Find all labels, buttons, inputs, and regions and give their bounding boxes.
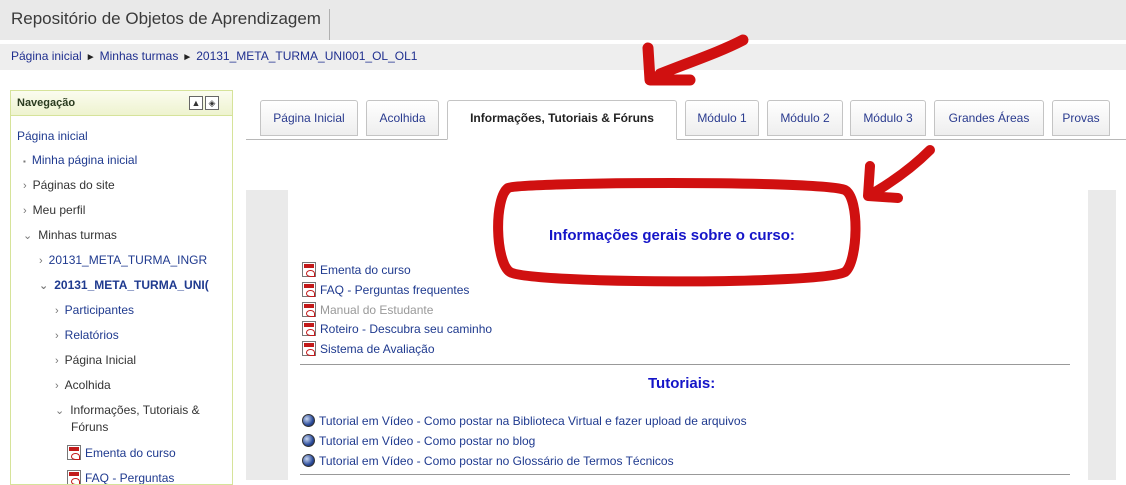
resource-link-manual[interactable]: Manual do Estudante (302, 302, 433, 317)
video-icon (302, 434, 315, 447)
nav-item-paginas-site[interactable]: › Páginas do site (23, 178, 115, 192)
pdf-icon (302, 341, 316, 356)
tab-provas[interactable]: Provas (1052, 100, 1110, 136)
nav-item-faq[interactable]: FAQ - Perguntas (67, 470, 174, 484)
pdf-icon (302, 321, 316, 336)
nav-item-course-uni[interactable]: ⌄ 20131_META_TURMA_UNI( (39, 278, 209, 292)
nav-item-course-ingr[interactable]: › 20131_META_TURMA_INGR (39, 253, 207, 267)
resource-link-roteiro[interactable]: Roteiro - Descubra seu caminho (302, 321, 492, 336)
resource-label[interactable]: Tutorial em Vídeo - Como postar no blog (319, 434, 535, 448)
navigation-block: Navegação ▲ ◈ Página inicial ▪ Minha pági… (10, 90, 233, 485)
site-header: Repositório de Objetos de Aprendizagem (0, 0, 1126, 41)
breadcrumb-separator: ► (182, 52, 193, 63)
nav-item-label: Meu perfil (32, 203, 86, 217)
tab-pagina-inicial[interactable]: Página Inicial (260, 100, 358, 136)
chevron-right-icon: › (55, 380, 59, 392)
tutorials-heading: Tutoriais: (648, 375, 716, 392)
nav-item-informacoes[interactable]: ⌄ Informações, Tutoriais & (55, 403, 200, 417)
nav-item-label: Acolhida (64, 378, 111, 392)
breadcrumb-my-courses[interactable]: Minhas turmas (100, 49, 179, 63)
pdf-icon (302, 282, 316, 297)
resource-label[interactable]: Tutorial em Vídeo - Como postar na Bibli… (319, 414, 747, 428)
chevron-right-icon: › (55, 355, 59, 367)
resource-link-avaliacao[interactable]: Sistema de Avaliação (302, 341, 435, 356)
nav-item-label[interactable]: Participantes (65, 303, 134, 317)
divider (300, 364, 1070, 365)
breadcrumb: Página inicial ► Minhas turmas ► 20131_META_… (11, 49, 417, 63)
resource-link-faq[interactable]: FAQ - Perguntas frequentes (302, 282, 469, 297)
nav-item-label[interactable]: 20131_META_TURMA_UNI( (54, 278, 208, 292)
tutorial-link-blog[interactable]: Tutorial em Vídeo - Como postar no blog (302, 434, 535, 448)
nav-item-participantes[interactable]: › Participantes (55, 303, 134, 317)
resource-label[interactable]: Ementa do curso (320, 263, 411, 277)
chevron-down-icon: ⌄ (39, 280, 49, 292)
breadcrumb-course[interactable]: 20131_META_TURMA_UNI001_OL_OL1 (196, 49, 417, 63)
tutorial-link-biblioteca[interactable]: Tutorial em Vídeo - Como postar na Bibli… (302, 414, 747, 428)
nav-item-informacoes-cont: Fóruns (71, 420, 108, 434)
dock-icon[interactable]: ▲ (189, 96, 203, 110)
chevron-right-icon: › (23, 205, 27, 217)
nav-item-meu-perfil[interactable]: › Meu perfil (23, 203, 85, 217)
tab-grandes-areas[interactable]: Grandes Áreas (934, 100, 1044, 136)
nav-item-label: Minhas turmas (38, 228, 117, 242)
divider (300, 474, 1070, 475)
resource-label[interactable]: Roteiro - Descubra seu caminho (320, 322, 492, 336)
pdf-icon (302, 262, 316, 277)
nav-item-label[interactable]: Relatórios (65, 328, 119, 342)
chevron-right-icon: › (39, 255, 43, 267)
info-heading: Informações gerais sobre o curso: (549, 227, 795, 244)
tutorial-link-glossario[interactable]: Tutorial em Vídeo - Como postar no Gloss… (302, 454, 674, 468)
chevron-right-icon: › (55, 330, 59, 342)
tab-modulo-3[interactable]: Módulo 3 (850, 100, 926, 136)
tab-modulo-2[interactable]: Módulo 2 (767, 100, 843, 136)
video-icon (302, 454, 315, 467)
chevron-right-icon: › (23, 180, 27, 192)
breadcrumb-home[interactable]: Página inicial (11, 49, 82, 63)
nav-item-label: Páginas do site (32, 178, 115, 192)
navigation-header: Navegação ▲ ◈ (11, 91, 232, 116)
navigation-title: Navegação (17, 97, 76, 109)
pdf-icon (302, 302, 316, 317)
nav-item-label[interactable]: Minha página inicial (32, 153, 137, 167)
nav-item-ementa[interactable]: Ementa do curso (67, 445, 176, 460)
chevron-down-icon: ⌄ (23, 230, 33, 242)
bullet-icon: ▪ (23, 157, 26, 166)
resource-label[interactable]: Tutorial em Vídeo - Como postar no Gloss… (319, 454, 674, 468)
breadcrumb-bar: Página inicial ► Minhas turmas ► 20131_META_… (0, 40, 1126, 78)
nav-item-pagina-inicial[interactable]: › Página Inicial (55, 353, 136, 367)
chevron-down-icon: ⌄ (55, 405, 65, 417)
nav-item-minha-pagina[interactable]: ▪ Minha página inicial (23, 153, 137, 167)
breadcrumb-separator: ► (85, 52, 96, 63)
pdf-icon (67, 445, 81, 460)
nav-item-label: Fóruns (71, 420, 109, 434)
tab-informacoes[interactable]: Informações, Tutoriais & Fóruns (447, 100, 677, 140)
nav-item-label[interactable]: 20131_META_TURMA_INGR (49, 253, 208, 267)
resource-label[interactable]: Sistema de Avaliação (320, 342, 435, 356)
resource-link-ementa[interactable]: Ementa do curso (302, 262, 411, 277)
nav-home-label[interactable]: Página inicial (17, 129, 88, 143)
nav-item-label: Informações, Tutoriais & (70, 403, 200, 417)
resource-label[interactable]: Manual do Estudante (320, 303, 433, 317)
course-tabs: Página Inicial Acolhida Informações, Tut… (246, 100, 1126, 140)
nav-item-label: Página Inicial (64, 353, 137, 367)
nav-item-relatorios[interactable]: › Relatórios (55, 328, 119, 342)
site-title[interactable]: Repositório de Objetos de Aprendizagem (11, 9, 330, 41)
pdf-icon (67, 470, 81, 484)
nav-item-label[interactable]: FAQ - Perguntas (85, 471, 174, 484)
nav-item-label[interactable]: Ementa do curso (85, 446, 176, 460)
tab-modulo-1[interactable]: Módulo 1 (685, 100, 759, 136)
nav-home[interactable]: Página inicial (17, 129, 88, 143)
tab-acolhida[interactable]: Acolhida (366, 100, 439, 136)
video-icon (302, 414, 315, 427)
chevron-right-icon: › (55, 305, 59, 317)
collapse-icon[interactable]: ◈ (205, 96, 219, 110)
nav-item-minhas-turmas[interactable]: ⌄ Minhas turmas (23, 228, 117, 242)
nav-item-acolhida[interactable]: › Acolhida (55, 378, 111, 392)
resource-label[interactable]: FAQ - Perguntas frequentes (320, 283, 469, 297)
